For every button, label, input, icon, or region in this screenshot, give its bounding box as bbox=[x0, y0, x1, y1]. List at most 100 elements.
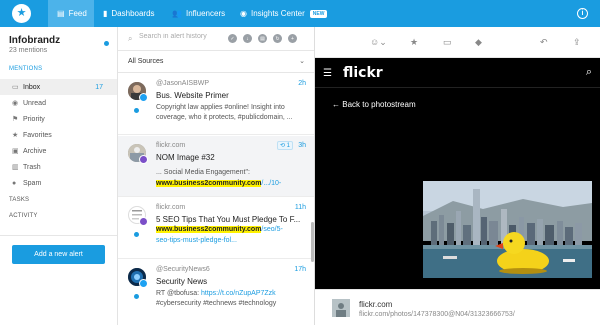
tasks-heading[interactable]: TASKS bbox=[9, 197, 29, 203]
item-author: @SecurityNews6 bbox=[156, 266, 210, 273]
refresh-icon[interactable]: ↻ bbox=[273, 34, 282, 43]
list-item[interactable]: @JasonAISBWP 2h Bus. Website Primer Copy… bbox=[118, 74, 314, 135]
sidebar-item-trash[interactable]: ▥ Trash bbox=[0, 159, 117, 175]
item-title: NOM Image #32 bbox=[156, 153, 215, 162]
star-icon: ★ bbox=[12, 132, 19, 139]
chevron-down-icon: ⌄ bbox=[299, 58, 305, 65]
sidebar: Infobrandz 23 mentions MENTIONS ▭ Inbox … bbox=[0, 27, 118, 325]
tweet-link[interactable]: https://t.co/nZupAP7Zzk bbox=[201, 290, 276, 297]
source-filter-dropdown[interactable]: All Sources ⌄ bbox=[118, 51, 314, 73]
bar-chart-icon: ▮ bbox=[103, 9, 108, 18]
nav-insights-center[interactable]: ◉ Insights Center NEW bbox=[240, 0, 328, 27]
star-icon[interactable]: ★ bbox=[12, 4, 31, 23]
site-name: flickr.com bbox=[359, 300, 393, 309]
search-icon[interactable]: ⌕ bbox=[586, 66, 592, 79]
web-source-icon bbox=[139, 217, 148, 226]
sidebar-item-label: Trash bbox=[23, 163, 41, 171]
download-icon[interactable]: ↓ bbox=[243, 34, 252, 43]
item-snippet: Copyright law applies #online! Insight i… bbox=[156, 104, 285, 111]
add-alert-button[interactable]: Add a new alert bbox=[12, 245, 105, 264]
search-bar: ⌕ ✓ ↓ ▤ ↻ + bbox=[118, 27, 314, 51]
list-item[interactable]: @SecurityNews6 17h Security News RT @tbo… bbox=[118, 260, 314, 325]
list-item[interactable]: flickr.com ⟲ 1 3h NOM Image #32 ... Soci… bbox=[118, 136, 314, 197]
post-footer: flickr.com flickr.com/photos/147378300@N… bbox=[315, 289, 600, 325]
export-icon[interactable]: ▤ bbox=[258, 34, 267, 43]
new-badge: NEW bbox=[309, 9, 328, 18]
nav-dashboards[interactable]: ▮ Dashboards bbox=[103, 0, 155, 27]
divider bbox=[0, 235, 117, 236]
retweet-prefix: RT @tbofusa: bbox=[156, 290, 201, 297]
item-time: 17h bbox=[294, 266, 306, 273]
star-icon[interactable]: ★ bbox=[410, 37, 418, 48]
back-to-photostream-link[interactable]: ← Back to photostream bbox=[332, 100, 416, 109]
item-snippet[interactable]: seo-tips-must-pledge-fol... bbox=[156, 237, 237, 244]
sidebar-item-label: Archive bbox=[23, 147, 47, 155]
list-item[interactable]: flickr.com 11h 5 SEO Tips That You Must … bbox=[118, 198, 314, 259]
preview-toolbar: ☺⌄ ★ ▭ ◆ ↶ ⇪ bbox=[315, 27, 600, 58]
sentiment-icon[interactable]: ☺⌄ bbox=[370, 37, 387, 48]
item-title: Security News bbox=[156, 277, 208, 286]
search-input[interactable] bbox=[139, 33, 219, 40]
keyword-highlight: www.business2community.com bbox=[156, 226, 262, 233]
mentions-heading: MENTIONS bbox=[9, 66, 43, 72]
reply-all-icon[interactable]: ↶ bbox=[540, 37, 548, 48]
compass-icon: ◉ bbox=[240, 9, 247, 18]
sidebar-item-unread[interactable]: ◉ Unread bbox=[0, 95, 117, 111]
feed-icon: ▤ bbox=[57, 9, 65, 18]
nav-influencers[interactable]: 👥 Influencers bbox=[172, 0, 225, 27]
item-time: 11h bbox=[294, 204, 306, 211]
item-link-rest[interactable]: /.../10- bbox=[261, 180, 281, 187]
item-snippet-link: www.business2community.com/seo/5- bbox=[156, 226, 283, 233]
web-source-icon bbox=[139, 155, 148, 164]
divider bbox=[315, 87, 600, 88]
nav-insights-label: Insights Center bbox=[250, 9, 305, 18]
item-author: flickr.com bbox=[156, 142, 186, 149]
sidebar-item-label: Priority bbox=[23, 115, 45, 123]
sidebar-item-spam[interactable]: ● Spam bbox=[0, 175, 117, 191]
users-icon: 👥 bbox=[172, 9, 182, 18]
archive-icon: ▣ bbox=[12, 148, 19, 155]
brand-name[interactable]: Infobrandz bbox=[9, 35, 60, 46]
add-icon[interactable]: + bbox=[288, 34, 297, 43]
share-icon[interactable]: ⇪ bbox=[573, 37, 581, 48]
mentions-count: 23 mentions bbox=[9, 47, 48, 54]
inbox-count: 17 bbox=[95, 83, 103, 91]
activity-heading[interactable]: ACTIVITY bbox=[9, 213, 38, 219]
archive-icon[interactable]: ▭ bbox=[443, 37, 452, 48]
sidebar-item-priority[interactable]: ⚑ Priority bbox=[0, 111, 117, 127]
sidebar-item-inbox[interactable]: ▭ Inbox 17 bbox=[0, 79, 117, 95]
inbox-icon: ▭ bbox=[12, 84, 19, 91]
comment-count: 1 bbox=[286, 143, 290, 149]
sidebar-item-label: Favorites bbox=[23, 131, 52, 139]
item-author: @JasonAISBWP bbox=[156, 80, 210, 87]
unread-dot bbox=[134, 108, 139, 113]
unread-dot bbox=[134, 232, 139, 237]
search-icon: ⌕ bbox=[128, 34, 133, 43]
scrollbar[interactable] bbox=[311, 222, 314, 262]
item-title: 5 SEO Tips That You Must Pledge To F... bbox=[156, 215, 301, 224]
sidebar-item-label: Spam bbox=[23, 179, 42, 187]
sidebar-item-label: Unread bbox=[23, 99, 46, 107]
photo[interactable] bbox=[423, 181, 592, 278]
nav-feed[interactable]: ▤ Feed bbox=[48, 0, 94, 27]
nav-influencers-label: Influencers bbox=[185, 9, 226, 18]
sidebar-item-archive[interactable]: ▣ Archive bbox=[0, 143, 117, 159]
mention-list: ⌕ ✓ ↓ ▤ ↻ + All Sources ⌄ @JasonAISBWP 2… bbox=[118, 27, 315, 325]
item-snippet: #cybersecurity #technews #technology bbox=[156, 300, 277, 307]
trash-icon: ▥ bbox=[12, 164, 19, 171]
nav-feed-label: Feed bbox=[68, 9, 87, 18]
back-label: Back to photostream bbox=[342, 100, 416, 109]
flag-icon: ⚑ bbox=[12, 116, 19, 123]
check-icon[interactable]: ✓ bbox=[228, 34, 237, 43]
top-nav: ★ ▤ Feed ▮ Dashboards 👥 Influencers ◉ In… bbox=[0, 0, 600, 27]
info-icon[interactable]: i bbox=[577, 8, 588, 19]
menu-icon[interactable]: ☰ bbox=[323, 68, 332, 79]
sidebar-item-label: Inbox bbox=[23, 83, 41, 91]
status-dot bbox=[104, 41, 109, 46]
item-snippet: coverage, who it protects, #publicdomain… bbox=[156, 114, 293, 121]
source-url[interactable]: flickr.com/photos/147378300@N04/31323666… bbox=[359, 311, 515, 318]
tag-icon[interactable]: ◆ bbox=[475, 37, 482, 48]
flickr-logo[interactable]: flickr bbox=[343, 65, 383, 81]
sidebar-item-favorites[interactable]: ★ Favorites bbox=[0, 127, 117, 143]
item-link-rest[interactable]: /seo/5- bbox=[261, 226, 282, 233]
